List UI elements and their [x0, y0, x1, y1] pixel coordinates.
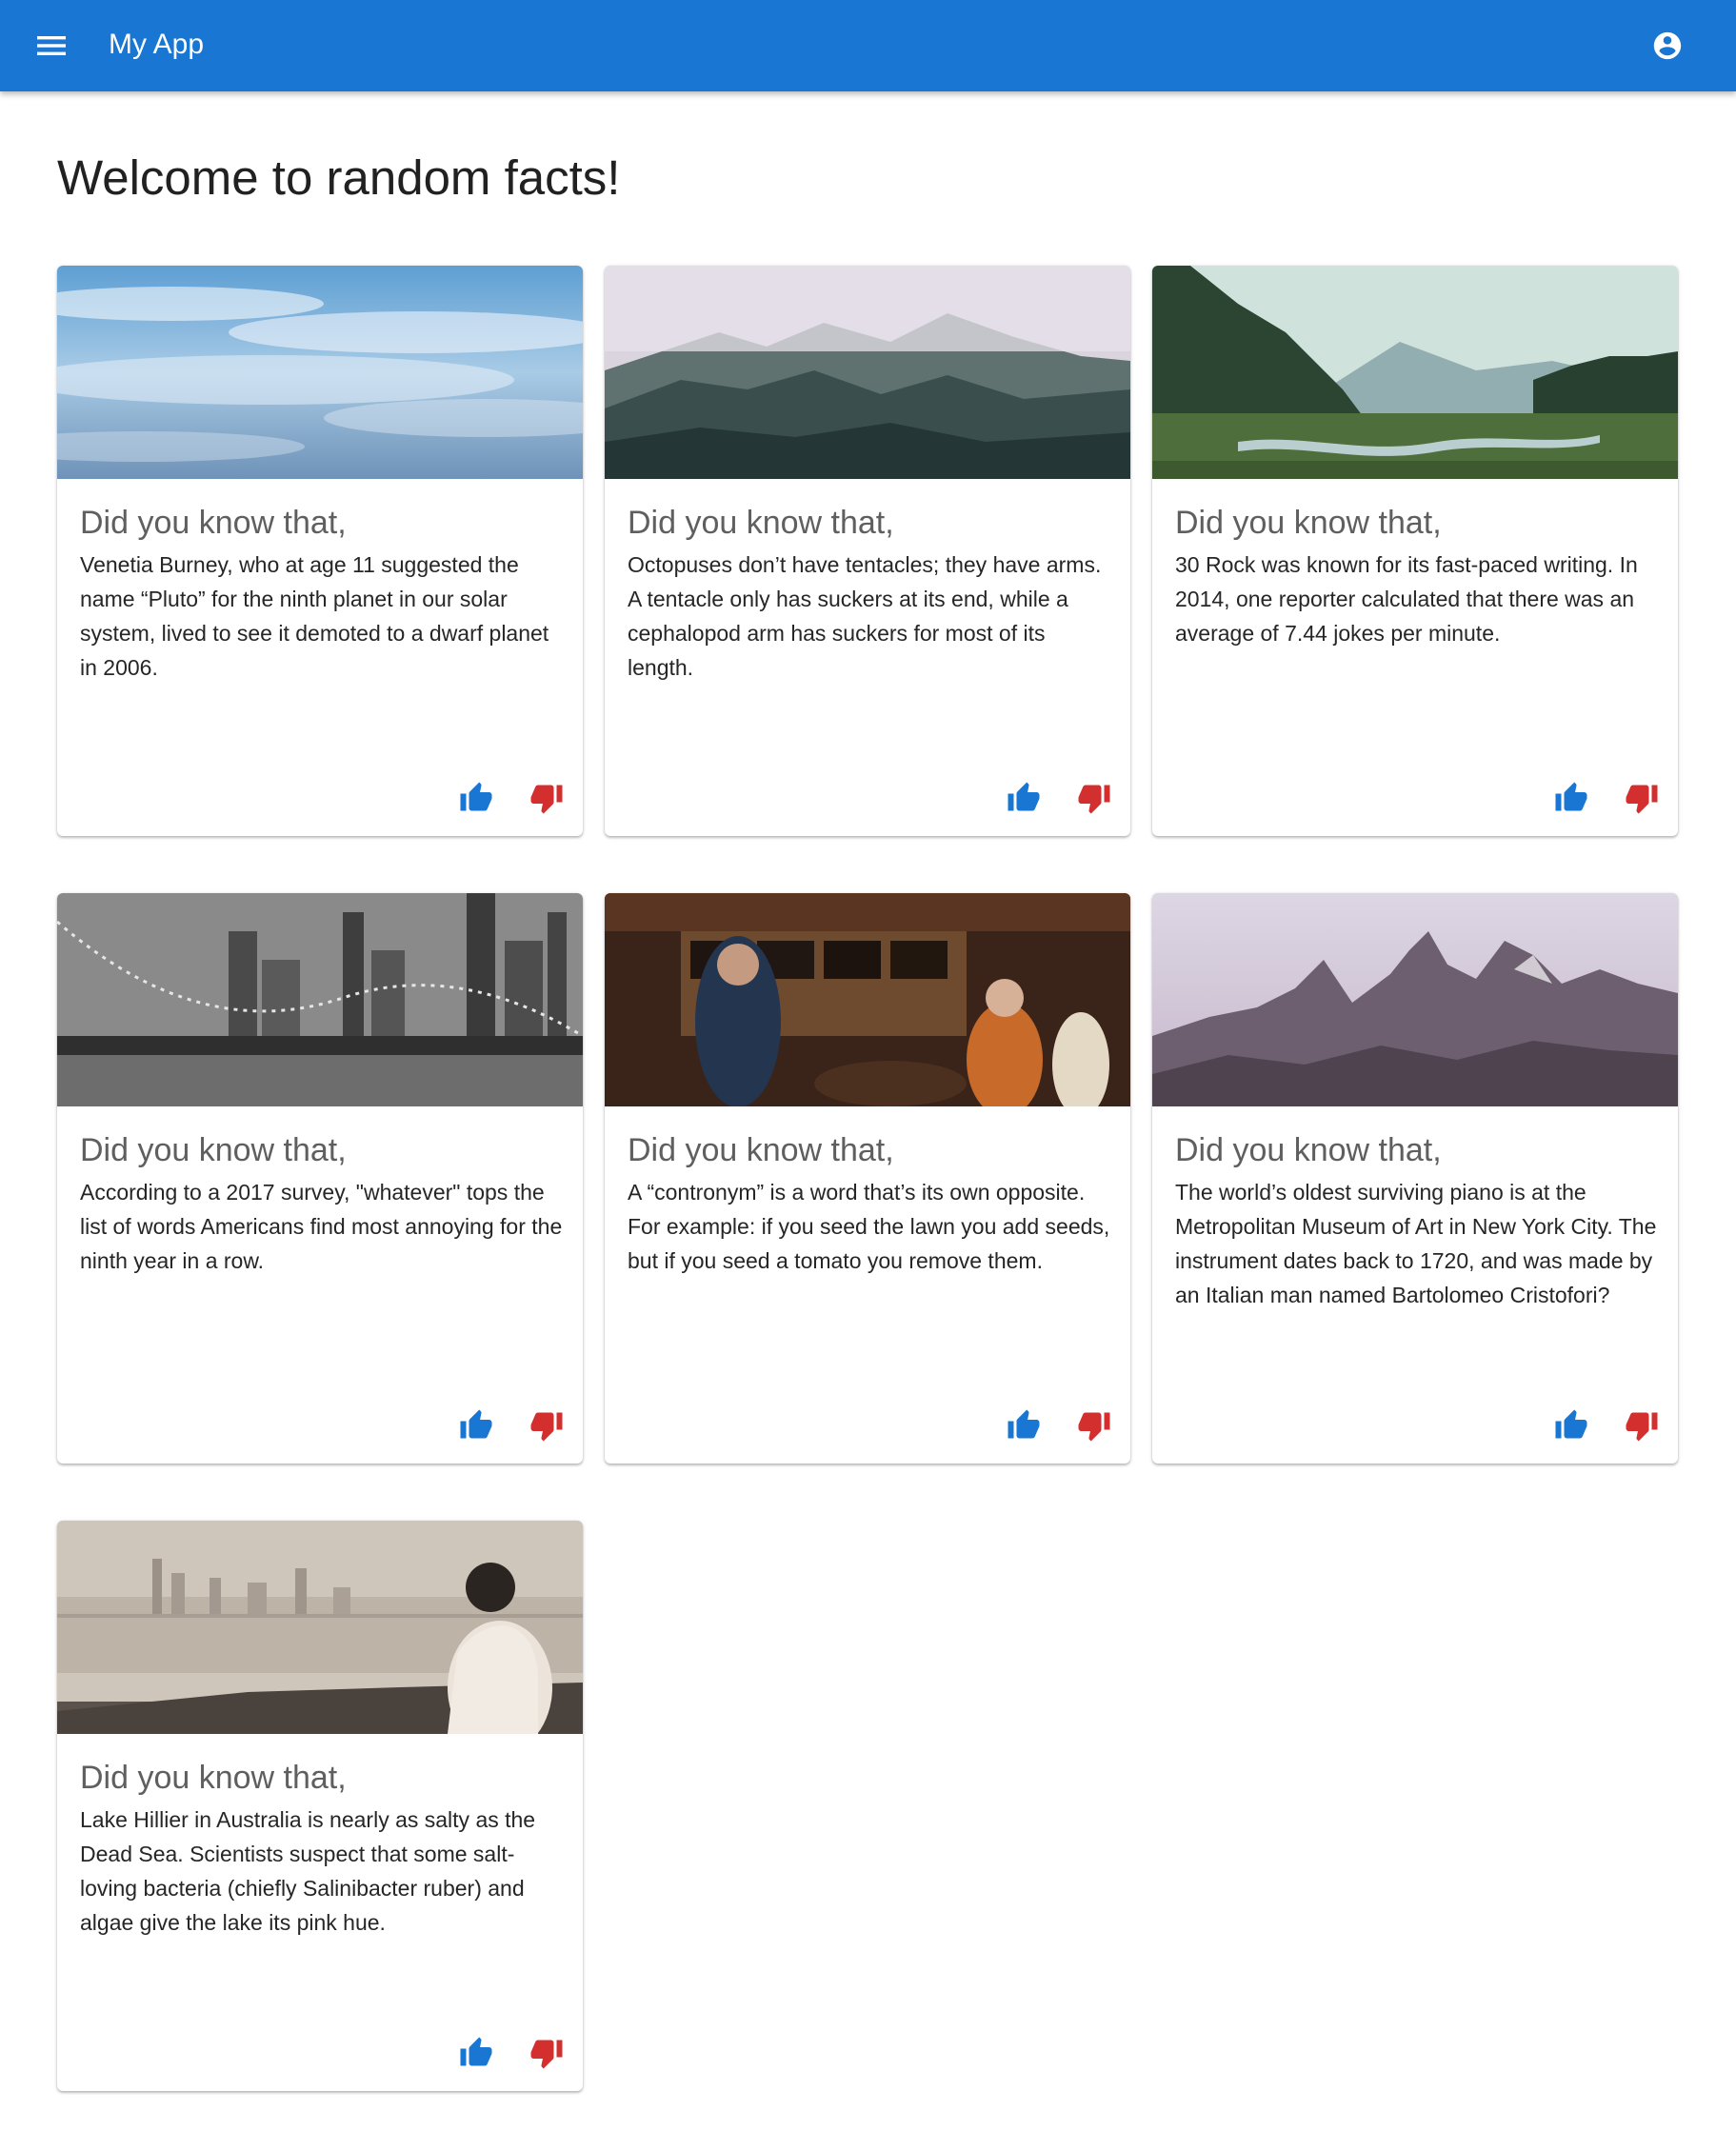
card-image-crowded-bar — [605, 893, 1130, 1106]
card-heading: Did you know that, — [628, 1132, 894, 1168]
app-title: My App — [109, 29, 205, 60]
card-fact-text: A “contronym” is a word that’s its own o… — [628, 1180, 1110, 1273]
thumb-down-icon[interactable] — [528, 2034, 566, 2072]
card-fact-text: The world’s oldest surviving piano is at… — [1175, 1180, 1657, 1307]
card-image-sky-clouds — [57, 266, 583, 479]
thumb-down-icon[interactable] — [528, 1406, 566, 1444]
page-title: Welcome to random facts! — [57, 150, 621, 205]
fact-card: Did you know that, Octopuses don’t have … — [605, 266, 1130, 836]
card-heading: Did you know that, — [628, 505, 894, 541]
fact-card: Did you know that, The world’s oldest su… — [1152, 893, 1678, 1464]
card-actions — [1005, 1406, 1113, 1444]
card-image-person-lakeside-skyline — [57, 1521, 583, 1734]
card-fact-text: Venetia Burney, who at age 11 suggested … — [80, 552, 549, 680]
card-actions — [1552, 779, 1661, 817]
card-fact-text: Octopuses don’t have tentacles; they hav… — [628, 552, 1102, 680]
thumb-down-icon[interactable] — [528, 779, 566, 817]
thumb-down-icon[interactable] — [1075, 779, 1113, 817]
fact-card: Did you know that, 30 Rock was known for… — [1152, 266, 1678, 836]
thumb-down-icon[interactable] — [1623, 779, 1661, 817]
card-heading: Did you know that, — [80, 1760, 347, 1796]
card-image-rocky-peaks-dusk — [1152, 893, 1678, 1106]
card-image-forest-river-valley — [1152, 266, 1678, 479]
thumb-down-icon[interactable] — [1623, 1406, 1661, 1444]
card-heading: Did you know that, — [80, 1132, 347, 1168]
card-actions — [457, 1406, 566, 1444]
card-heading: Did you know that, — [1175, 505, 1442, 541]
card-actions — [1552, 1406, 1661, 1444]
thumb-up-icon[interactable] — [457, 779, 495, 817]
card-fact-text: According to a 2017 survey, "whatever" t… — [80, 1180, 563, 1273]
thumb-up-icon[interactable] — [1005, 779, 1043, 817]
thumb-up-icon[interactable] — [457, 2034, 495, 2072]
thumb-up-icon[interactable] — [457, 1406, 495, 1444]
card-heading: Did you know that, — [1175, 1132, 1442, 1168]
card-fact-text: 30 Rock was known for its fast-paced wri… — [1175, 552, 1638, 646]
card-image-bridge-city-night — [57, 893, 583, 1106]
fact-card: Did you know that, According to a 2017 s… — [57, 893, 583, 1464]
app-bar: My App — [0, 0, 1736, 91]
thumb-up-icon[interactable] — [1552, 1406, 1590, 1444]
thumb-up-icon[interactable] — [1552, 779, 1590, 817]
thumb-down-icon[interactable] — [1075, 1406, 1113, 1444]
thumb-up-icon[interactable] — [1005, 1406, 1043, 1444]
account-circle-icon[interactable] — [1648, 27, 1686, 65]
card-actions — [457, 2034, 566, 2072]
menu-icon[interactable] — [34, 29, 69, 63]
fact-card: Did you know that, A “contronym” is a wo… — [605, 893, 1130, 1464]
fact-card: Did you know that, Lake Hillier in Austr… — [57, 1521, 583, 2091]
card-actions — [1005, 779, 1113, 817]
facts-grid: Did you know that, Venetia Burney, who a… — [57, 266, 1679, 2091]
card-heading: Did you know that, — [80, 505, 347, 541]
fact-card: Did you know that, Venetia Burney, who a… — [57, 266, 583, 836]
card-fact-text: Lake Hillier in Australia is nearly as s… — [80, 1807, 536, 1935]
card-image-foggy-mountains — [605, 266, 1130, 479]
card-actions — [457, 779, 566, 817]
